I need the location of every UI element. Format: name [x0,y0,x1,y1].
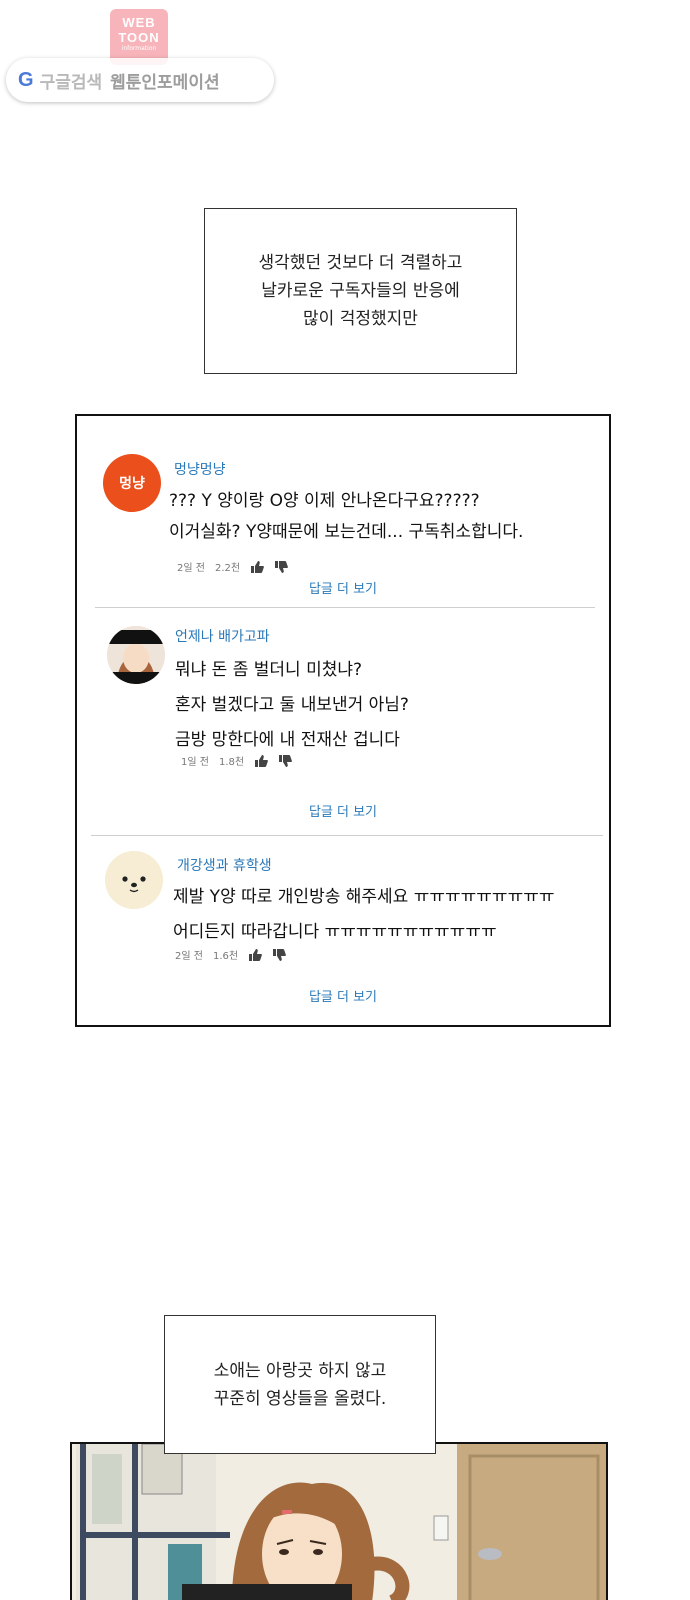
like-count: 1.8천 [218,757,245,768]
more-replies-link[interactable]: 답글 더 보기 [77,801,609,820]
narration-box-bottom: 소애는 아랑곳 하지 않고 꾸준히 영상들을 올렸다. [164,1315,436,1454]
comment-line: 제발 Y양 따로 개인방송 해주세요 ㅠㅠㅠㅠㅠㅠㅠㅠㅠ [173,887,555,907]
comment-line: 혼자 벌겠다고 둘 내보낸거 아님? [175,695,409,715]
user-portrait-icon [107,626,165,684]
comment-username[interactable]: 멍냥멍냥 [174,459,226,479]
thumbs-up-icon[interactable] [254,754,268,767]
comment-meta: 1일 전 1.8천 [181,753,292,768]
comment-text: 뭐냐 돈 좀 벌더니 미쳤냐? 혼자 벌겠다고 둘 내보낸거 아님? 금방 망한… [175,653,409,758]
webtoon-logo-badge: WEB TOON information [110,9,168,65]
narration-line: 소애는 아랑곳 하지 않고 [213,1360,387,1381]
comment-username[interactable]: 개강생과 휴학생 [177,855,272,875]
narration-box-top: 생각했던 것보다 더 격렬하고 날카로운 구독자들의 반응에 많이 걱정했지만 [204,208,517,374]
comment-meta: 2일 전 2.2천 [177,559,288,574]
avatar-text: 멍냥 [119,476,145,492]
comment-item: 언제나 배가고파 뭐냐 돈 좀 벌더니 미쳤냐? 혼자 벌겠다고 둘 내보낸거 … [77,608,609,834]
avatar [105,851,163,909]
comment-age: 1일 전 [181,757,209,768]
comment-line: 이거실화? Y양때문에 보는건데... 구독취소합니다. [169,522,524,542]
watermark-site-name: 웹툰인포메이션 [110,72,220,93]
more-replies-link[interactable]: 답글 더 보기 [77,578,609,597]
comment-meta: 2일 전 1.6천 [175,947,286,962]
narration-line: 날카로운 구독자들의 반응에 [261,281,460,301]
comment-age: 2일 전 [175,951,203,962]
logo-text-information: information [121,45,157,52]
thumbs-up-icon[interactable] [250,560,264,573]
thumbs-down-icon[interactable] [274,560,288,573]
search-watermark: G 구글검색 웹툰인포메이션 [6,58,274,102]
room-scene-illustration [72,1444,606,1600]
comment-line: ??? Y 양이랑 O양 이제 안나온다구요????? [169,491,480,511]
comment-panel: 멍냥 멍냥멍냥 ??? Y 양이랑 O양 이제 안나온다구요????? 이거실화… [75,414,611,1027]
comic-panel-scene [70,1442,608,1600]
comment-line: 뭐냐 돈 좀 벌더니 미쳤냐? [175,660,363,680]
comment-text: 제발 Y양 따로 개인방송 해주세요 ㅠㅠㅠㅠㅠㅠㅠㅠㅠ 어디든지 따라갑니다 … [173,880,554,950]
logo-text-toon: TOON [118,30,160,45]
comment-username[interactable]: 언제나 배가고파 [175,626,270,646]
watermark-search-text: 구글검색 [39,72,103,93]
thumbs-up-icon[interactable] [248,948,262,961]
seal-pup-icon [105,851,163,909]
avatar: 멍냥 [103,454,161,512]
more-replies-link[interactable]: 답글 더 보기 [77,986,609,1005]
comment-item: 개강생과 휴학생 제발 Y양 따로 개인방송 해주세요 ㅠㅠㅠㅠㅠㅠㅠㅠㅠ 어디… [77,836,609,1026]
comment-text: ??? Y 양이랑 O양 이제 안나온다구요????? 이거실화? Y양때문에 … [169,486,523,548]
logo-text-web: WEB [122,15,156,30]
google-g-icon: G [18,68,34,91]
comment-item: 멍냥 멍냥멍냥 ??? Y 양이랑 O양 이제 안나온다구요????? 이거실화… [77,416,609,606]
avatar [107,626,165,684]
narration-line: 생각했던 것보다 더 격렬하고 [258,253,463,273]
narration-line: 꾸준히 영상들을 올렸다. [213,1388,387,1409]
like-count: 2.2천 [214,563,241,574]
thumbs-down-icon[interactable] [272,948,286,961]
narration-line: 많이 걱정했지만 [303,309,418,329]
comment-age: 2일 전 [177,563,205,574]
comment-line: 어디든지 따라갑니다 ㅠㅠㅠㅠㅠㅠㅠㅠㅠㅠㅠ [173,922,497,942]
like-count: 1.6천 [212,951,239,962]
thumbs-down-icon[interactable] [278,754,292,767]
